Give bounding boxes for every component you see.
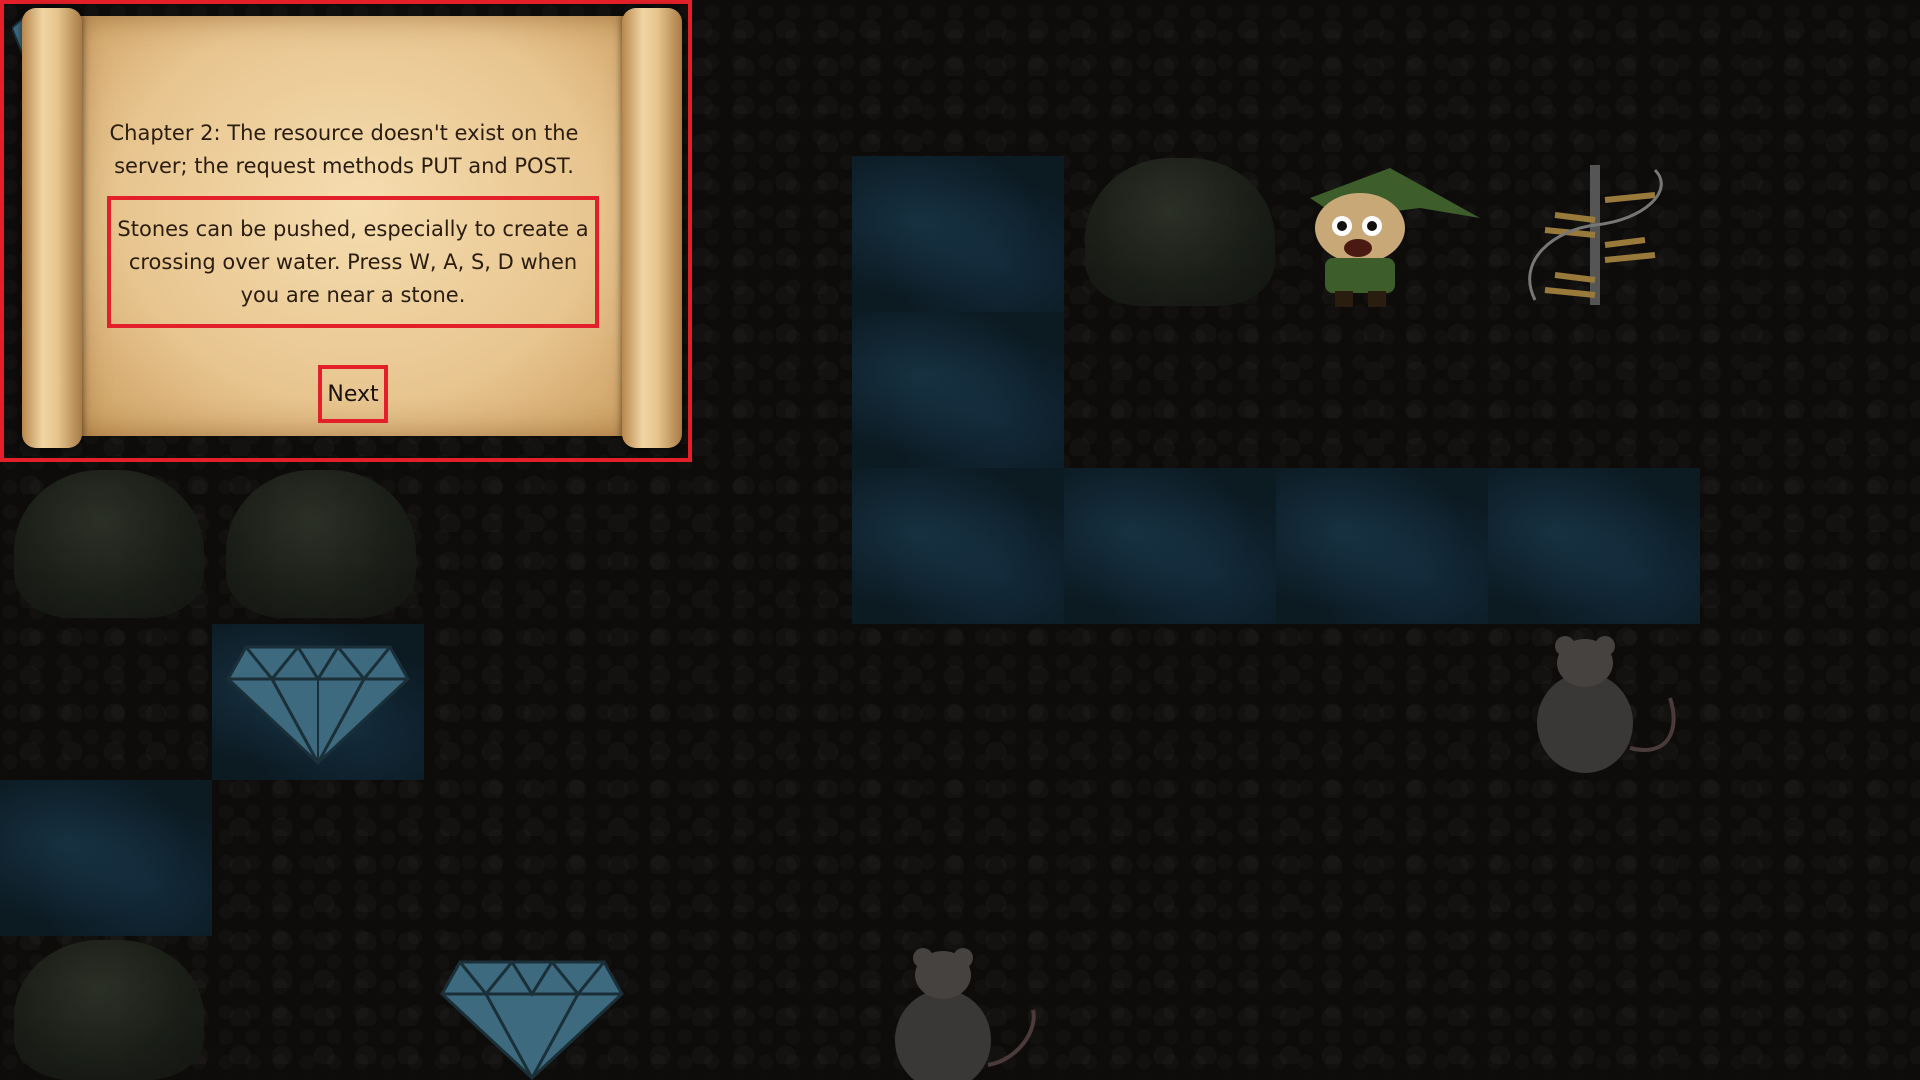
- rat-icon: [1537, 636, 1676, 773]
- water-tile: [1488, 468, 1700, 624]
- water-tile: [1276, 468, 1488, 624]
- water-tile: [852, 156, 1064, 312]
- chapter-text: Chapter 2: The resource doesn't exist on…: [109, 121, 579, 178]
- dialog-frame: Chapter 2: The resource doesn't exist on…: [0, 0, 692, 462]
- hero-icon: [1310, 168, 1480, 307]
- stone-icon: [1085, 158, 1275, 306]
- diamond-icon: [440, 960, 624, 1080]
- water-tile: [852, 468, 1064, 624]
- next-button[interactable]: Next: [318, 365, 388, 423]
- water-tile: [1064, 468, 1276, 624]
- water-tile: [0, 780, 212, 936]
- stone-icon: [14, 470, 204, 618]
- water-tile: [852, 312, 1064, 468]
- diamond-icon: [226, 645, 410, 765]
- stairs-icon: [1528, 165, 1663, 305]
- stone-icon: [226, 470, 416, 618]
- hint-text: Stones can be pushed, especially to crea…: [107, 196, 599, 328]
- rat-icon: [895, 948, 1036, 1080]
- stone-icon: [14, 940, 204, 1080]
- scroll-roll-left: [22, 8, 82, 448]
- scroll-roll-right: [622, 8, 682, 448]
